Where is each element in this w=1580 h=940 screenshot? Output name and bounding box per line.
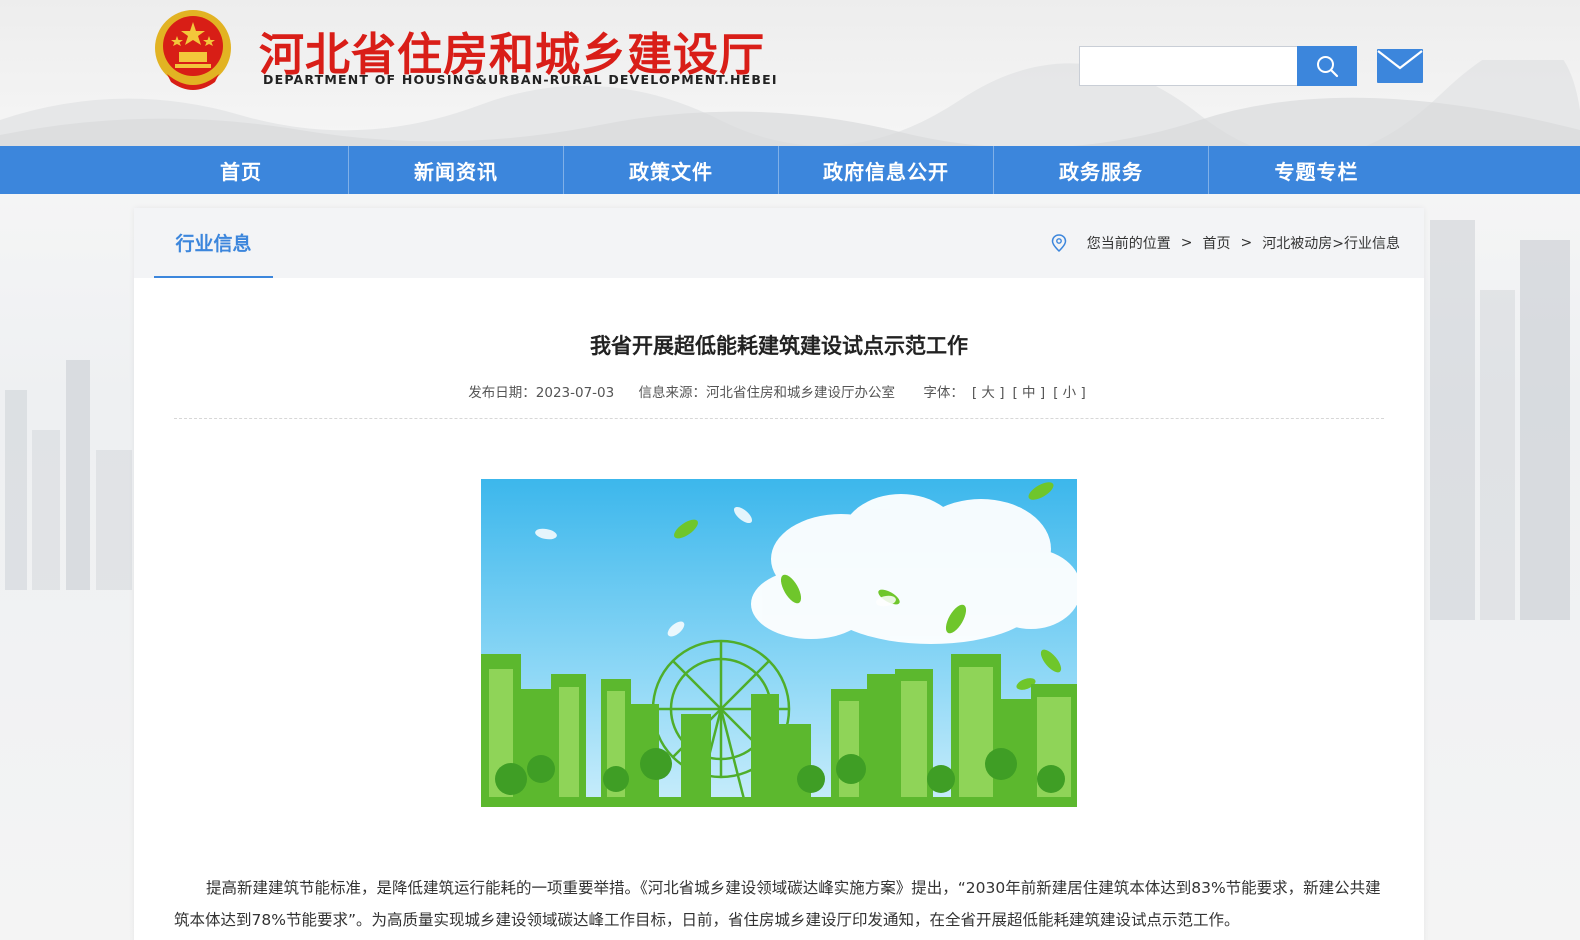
breadcrumb: 您当前的位置 > 首页 > 河北被动房>行业信息 (1051, 208, 1400, 278)
font-small-button[interactable]: [ 小 ] (1053, 385, 1086, 401)
card-header: 行业信息 您当前的位置 > 首页 > 河北被动房>行业信息 (134, 208, 1424, 278)
search-input[interactable] (1079, 46, 1298, 86)
font-size-controls: 字体： [ 大 ] [ 中 ] [ 小 ] (919, 385, 1089, 401)
nav-item-policy[interactable]: 政策文件 (564, 146, 779, 194)
article-title: 我省开展超低能耗建筑建设试点示范工作 (590, 334, 968, 358)
search-button[interactable] (1297, 46, 1357, 86)
mail-icon[interactable] (1376, 48, 1424, 84)
site-subtitle: DEPARTMENT OF HOUSING&URBAN-RURAL DEVELO… (263, 72, 778, 87)
nav-item-home[interactable]: 首页 (134, 146, 349, 194)
info-source: 信息来源：河北省住房和城乡建设厅办公室 (638, 385, 896, 401)
article-meta: 发布日期：2023-07-03 信息来源：河北省住房和城乡建设厅办公室 字体： [… (134, 381, 1424, 401)
nav-item-services[interactable]: 政务服务 (994, 146, 1209, 194)
nav-items: 首页 新闻资讯 政策文件 政府信息公开 政务服务 专题专栏 (134, 146, 1424, 194)
city-skyline-right (1430, 220, 1570, 620)
publish-date: 发布日期：2023-07-03 (468, 385, 615, 401)
city-skyline-left (5, 360, 132, 590)
breadcrumb-separator: > (1180, 235, 1193, 251)
title-divider (174, 418, 1384, 419)
nav-item-gov-info[interactable]: 政府信息公开 (779, 146, 994, 194)
content-card: 行业信息 您当前的位置 > 首页 > 河北被动房>行业信息 我省开展超低能耗建筑… (134, 208, 1424, 940)
breadcrumb-separator: > (1240, 235, 1253, 251)
font-size-label: 字体： (923, 385, 964, 401)
nav-item-topics[interactable]: 专题专栏 (1209, 146, 1424, 194)
font-medium-button[interactable]: [ 中 ] (1012, 385, 1045, 401)
section-title[interactable]: 行业信息 (154, 208, 273, 278)
breadcrumb-prefix: 您当前的位置 (1086, 236, 1171, 252)
breadcrumb-current-link[interactable]: 河北被动房>行业信息 (1262, 233, 1400, 253)
site-header: 河北省住房和城乡建设厅 DEPARTMENT OF HOUSING&URBAN-… (0, 0, 1580, 146)
location-pin-icon (1051, 234, 1067, 252)
article-hero-image (481, 479, 1077, 807)
nav-item-news[interactable]: 新闻资讯 (349, 146, 564, 194)
font-large-button[interactable]: [ 大 ] (972, 385, 1005, 401)
breadcrumb-home-link[interactable]: 首页 (1203, 233, 1231, 253)
search-icon (1317, 56, 1339, 78)
national-emblem-icon (155, 10, 231, 90)
article-body: 提高新建建筑节能标准，是降低建筑运行能耗的一项重要举措。《河北省城乡建设领域碳达… (174, 879, 1381, 929)
main-nav: 首页 新闻资讯 政策文件 政府信息公开 政务服务 专题专栏 (0, 146, 1580, 194)
